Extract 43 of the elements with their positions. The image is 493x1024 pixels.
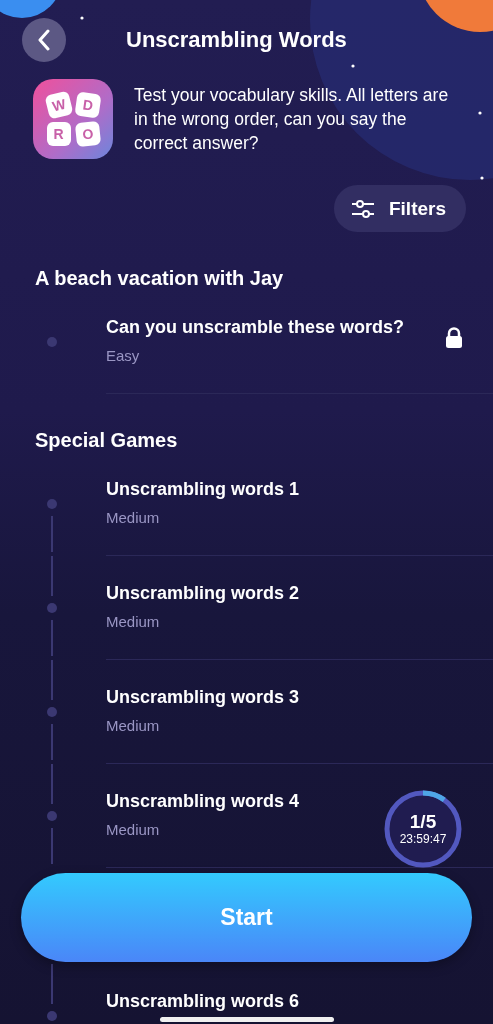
letter-tile: D	[73, 90, 102, 119]
game-title[interactable]: Unscrambling words 4	[106, 788, 383, 814]
star-dot	[480, 176, 484, 180]
difficulty-label: Medium	[106, 716, 161, 736]
timeline-dot	[47, 499, 57, 509]
section-title: Special Games	[34, 428, 179, 452]
timeline-line	[51, 724, 53, 760]
sliders-icon	[350, 198, 375, 219]
star-dot	[351, 64, 355, 68]
timeline-line	[51, 660, 53, 700]
progress-count: 1/5	[409, 811, 437, 832]
game-title[interactable]: Unscrambling words 1	[106, 476, 463, 502]
chevron-left-icon	[37, 29, 51, 51]
letter-tile: O	[74, 120, 101, 147]
difficulty-label: Medium	[106, 612, 161, 632]
letter-tile: W	[43, 89, 74, 120]
filters-button[interactable]: Filters	[333, 185, 466, 232]
difficulty-label: Easy	[106, 346, 141, 366]
timeline-dot	[47, 337, 57, 347]
timeline-dot	[47, 1011, 57, 1021]
description-text: Test your vocabulary skills. All letters are in the wrong order, can you say the correct answer?	[134, 84, 450, 155]
game-title[interactable]: Unscrambling words 3	[106, 684, 463, 710]
star-dot	[478, 111, 482, 115]
difficulty-label: Medium	[106, 508, 161, 528]
back-button[interactable]	[22, 18, 66, 62]
countdown-time: 23:59:47	[399, 831, 447, 846]
game-title[interactable]: Unscrambling words 2	[106, 580, 463, 606]
letter-tile: R	[46, 121, 71, 146]
difficulty-label: Medium	[106, 820, 161, 840]
game-title[interactable]: Can you unscramble these words?	[106, 314, 445, 340]
timeline-line	[51, 556, 53, 596]
timeline-line	[51, 828, 53, 864]
timeline-line	[51, 620, 53, 656]
star-dot	[80, 16, 84, 20]
timeline-line	[51, 516, 53, 552]
timeline-dot	[47, 707, 57, 717]
timeline-dot	[47, 811, 57, 821]
timeline-dot	[47, 603, 57, 613]
timeline-line	[51, 964, 53, 1004]
timeline-line	[51, 764, 53, 804]
section-title: A beach vacation with Jay	[34, 266, 285, 290]
screen-title: Unscrambling Words	[126, 27, 347, 53]
game-title[interactable]: Unscrambling words 6	[106, 988, 463, 1014]
